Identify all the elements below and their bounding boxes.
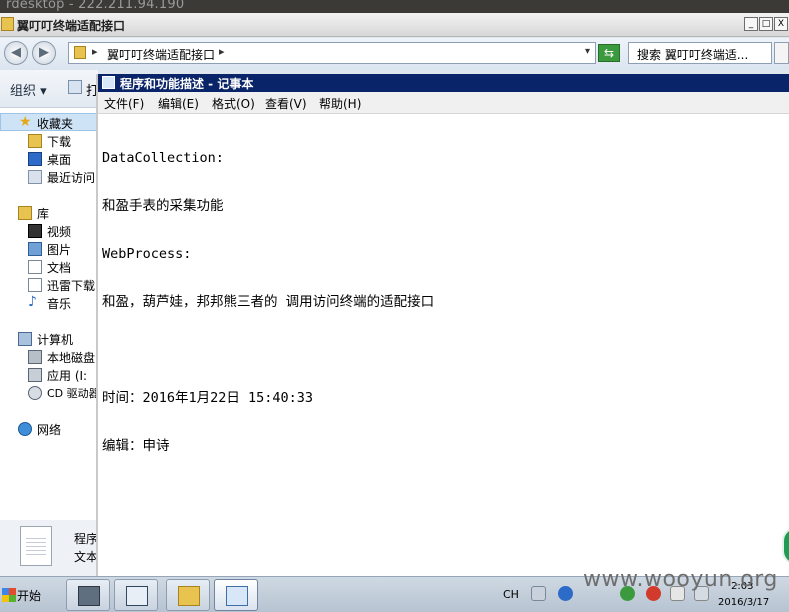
notepad-title: 程序和功能描述 - 记事本	[120, 77, 254, 91]
rdesktop-title: rdesktop - 222.211.94.190	[6, 0, 185, 12]
text-line	[102, 342, 434, 358]
downloads-icon	[28, 134, 42, 148]
clock-date[interactable]: 2016/3/17	[718, 597, 769, 608]
text-line: 编辑：申诗	[102, 438, 170, 454]
rdesktop-titlebar: rdesktop - 222.211.94.190	[0, 0, 789, 13]
text-line: DataCollection:	[102, 150, 224, 166]
floating-green-button[interactable]	[782, 527, 789, 565]
menu-file[interactable]: 文件(F)	[104, 95, 144, 112]
details-pane: 程序 文本	[0, 520, 98, 576]
star-icon: ★	[19, 114, 32, 130]
help-icon[interactable]	[558, 586, 573, 601]
details-type: 文本	[74, 550, 99, 564]
notepad-window: 程序和功能描述 - 记事本 文件(F) 编辑(E) 格式(O) 查看(V) 帮助…	[96, 74, 789, 576]
documents-icon	[28, 260, 42, 274]
menu-edit[interactable]: 编辑(E)	[158, 95, 199, 112]
breadcrumb-current[interactable]: 翼叮叮终端适配接口	[107, 46, 215, 63]
text-line: 时间：2016年1月22日 15:40:33	[102, 390, 314, 406]
notepad-icon	[226, 586, 248, 606]
taskbar-notepad[interactable]	[214, 579, 258, 611]
explorer-titlebar: 翼叮叮终端适配接口 _ □ X	[0, 13, 789, 37]
windows-logo-icon	[2, 588, 16, 602]
start-button[interactable]: 开始	[0, 583, 58, 607]
menu-format[interactable]: 格式(O)	[212, 95, 255, 112]
thunder-download-icon	[28, 278, 42, 292]
taskbar-explorer[interactable]	[166, 579, 210, 611]
drive-icon	[28, 368, 42, 382]
explorer-navbar: ◀ ▶ ▸ 翼叮叮终端适配接口 ▸ ▾ ⇆ 搜索 翼叮叮终端适...	[0, 38, 789, 70]
text-line: 和盈手表的采集功能	[102, 198, 224, 214]
console-icon	[126, 586, 148, 606]
organize-button[interactable]: 组织 ▾	[10, 80, 47, 99]
notepad-menubar: 文件(F) 编辑(E) 格式(O) 查看(V) 帮助(H)	[98, 92, 789, 114]
chevron-down-icon[interactable]: ▾	[585, 46, 590, 57]
folder-icon	[74, 46, 86, 59]
close-button[interactable]: X	[774, 17, 788, 31]
text-line: WebProcess:	[102, 246, 192, 262]
menu-view[interactable]: 查看(V)	[265, 95, 307, 112]
recent-places-icon	[28, 170, 42, 184]
breadcrumb-separator[interactable]: ▸	[92, 45, 98, 58]
address-bar[interactable]: ▸ 翼叮叮终端适配接口 ▸ ▾	[68, 42, 596, 64]
maximize-button[interactable]: □	[759, 17, 773, 31]
explorer-title: 翼叮叮终端适配接口	[17, 19, 126, 33]
navigation-pane: ★ 收藏夹 下载 桌面 最近访问 库 视频 图片 文档 迅雷下载 ♪ 音乐 计算…	[0, 108, 98, 520]
sidebar-item-favorites[interactable]: ★ 收藏夹	[0, 113, 98, 131]
open-icon[interactable]	[68, 80, 82, 94]
forward-button[interactable]: ▶	[32, 41, 56, 65]
search-input[interactable]: 搜索 翼叮叮终端适...	[628, 42, 772, 64]
taskbar-console[interactable]	[114, 579, 158, 611]
text-document-icon	[20, 526, 52, 566]
drive-icon	[28, 350, 42, 364]
keyboard-icon[interactable]	[531, 586, 546, 601]
refresh-button[interactable]: ⇆	[598, 44, 620, 62]
music-icon: ♪	[28, 294, 37, 310]
pictures-icon	[28, 242, 42, 256]
server-manager-icon	[78, 586, 100, 606]
folder-icon	[1, 17, 14, 31]
computer-icon	[18, 332, 32, 346]
watermark: www.wooyun.org	[583, 567, 778, 592]
back-button[interactable]: ◀	[4, 41, 28, 65]
explorer-toolbar: 组织 ▾ 打	[0, 70, 99, 108]
taskbar-server-manager[interactable]	[66, 579, 110, 611]
minimize-button[interactable]: _	[744, 17, 758, 31]
notepad-text-area[interactable]: DataCollection: 和盈手表的采集功能 WebProcess: 和盈…	[102, 118, 434, 486]
desktop-icon	[28, 152, 42, 166]
folder-icon	[178, 586, 200, 606]
cd-drive-icon	[28, 386, 42, 400]
notepad-icon	[102, 76, 115, 89]
search-icon[interactable]	[774, 42, 789, 64]
breadcrumb-separator[interactable]: ▸	[219, 45, 225, 58]
details-name: 程序	[74, 532, 99, 546]
network-icon	[18, 422, 32, 436]
menu-help[interactable]: 帮助(H)	[319, 95, 361, 112]
text-line: 和盈，葫芦娃，邦邦熊三者的 调用访问终端的适配接口	[102, 294, 435, 310]
language-indicator[interactable]: CH	[503, 588, 519, 601]
libraries-icon	[18, 206, 32, 220]
notepad-titlebar[interactable]: 程序和功能描述 - 记事本	[98, 74, 789, 92]
video-icon	[28, 224, 42, 238]
